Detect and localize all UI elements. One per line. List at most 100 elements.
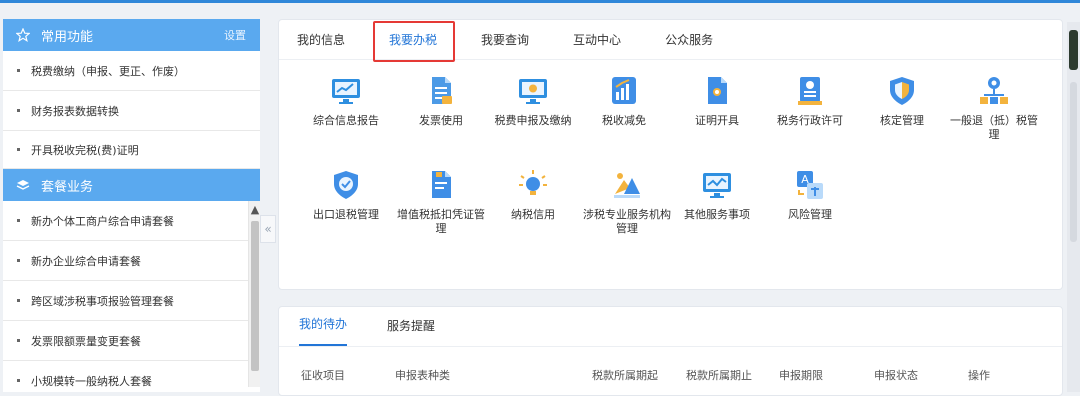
service-tax-credit[interactable]: 纳税信用 — [488, 168, 578, 222]
tab-interaction-center[interactable]: 互动中心 — [571, 27, 623, 52]
monitor-line-icon — [703, 173, 731, 198]
services-grid: 综合信息报告 发票使用 税费申报及缴纳 税收减免 证明开具 税务行政许可 核定管… — [279, 60, 1062, 290]
page-scroll-handle[interactable] — [1069, 30, 1078, 70]
service-label: 税务行政许可 — [777, 114, 843, 127]
collapse-sidebar-button[interactable]: « — [260, 215, 276, 243]
tab-service-reminder[interactable]: 服务提醒 — [387, 317, 435, 346]
voucher-document-icon — [432, 171, 451, 198]
location-network-icon — [980, 77, 1008, 104]
column-header: 申报状态 — [874, 369, 918, 382]
invoice-document-icon — [432, 77, 452, 104]
service-label: 涉税专业服务机构管理 — [583, 208, 671, 235]
common-functions-title: 常用功能 — [41, 29, 94, 45]
shield-check-icon — [334, 171, 358, 199]
tax-reduction-chart-icon — [612, 77, 636, 104]
bullet-icon — [17, 299, 20, 302]
shield-icon — [890, 77, 914, 105]
service-invoice-use[interactable]: 发票使用 — [396, 74, 486, 128]
page-scroll-track — [1070, 82, 1077, 242]
common-functions-header: 常用功能 设置 — [3, 19, 260, 51]
service-certificate-issue[interactable]: 证明开具 — [672, 74, 762, 128]
todo-tabs: 我的待办 服务提醒 — [279, 307, 1062, 347]
service-label: 出口退税管理 — [313, 208, 379, 221]
bullet-icon — [17, 379, 20, 382]
page-scrollbar[interactable] — [1067, 22, 1080, 392]
sidebar-item-report-conversion[interactable]: 财务报表数据转换 — [3, 91, 260, 131]
bullet-icon — [17, 339, 20, 342]
column-header: 税款所属期止 — [686, 369, 752, 382]
sidebar-item-new-enterprise[interactable]: 新办企业综合申请套餐 — [3, 241, 260, 281]
column-header: 申报表种类 — [395, 369, 450, 382]
service-label: 税收减免 — [602, 114, 646, 127]
professional-service-icon — [614, 173, 640, 198]
service-professional-institution[interactable]: 涉税专业服务机构管理 — [579, 168, 675, 236]
service-label: 一般退（抵）税管理 — [950, 114, 1038, 141]
sidebar: 常用功能 设置 税费缴纳（申报、更正、作废） 财务报表数据转换 开具税收完税(费… — [3, 19, 260, 392]
sidebar-item-label: 跨区域涉税事项报验管理套餐 — [31, 294, 174, 308]
column-header: 操作 — [968, 369, 990, 382]
sidebar-item-tax-certificate[interactable]: 开具税收完税(费)证明 — [3, 131, 260, 169]
sidebar-item-label: 开具税收完税(费)证明 — [31, 143, 139, 157]
bullet-icon — [17, 69, 20, 72]
column-header: 申报期限 — [779, 369, 823, 382]
monitor-icon — [519, 79, 547, 104]
service-declaration-payment[interactable]: 税费申报及缴纳 — [488, 74, 578, 128]
todo-table-header: 征收项目 申报表种类 税款所属期起 税款所属期止 申报期限 申报状态 操作 — [279, 347, 1062, 393]
service-comprehensive-report[interactable]: 综合信息报告 — [301, 74, 391, 128]
service-risk-management[interactable]: A 风险管理 — [765, 168, 855, 222]
service-label: 核定管理 — [880, 114, 924, 127]
service-label: 风险管理 — [788, 208, 832, 221]
sidebar-item-small-scale[interactable]: 小规模转一般纳税人套餐 — [3, 361, 260, 387]
service-tax-reduction[interactable]: 税收减免 — [579, 74, 669, 128]
service-other-matters[interactable]: 其他服务事项 — [672, 168, 762, 222]
service-administrative-license[interactable]: 税务行政许可 — [765, 74, 855, 128]
service-label: 综合信息报告 — [313, 114, 379, 127]
service-label: 发票使用 — [419, 114, 463, 127]
column-header: 征收项目 — [301, 369, 345, 382]
column-header: 税款所属期起 — [592, 369, 658, 382]
layers-icon — [15, 177, 31, 193]
sidebar-item-cross-region[interactable]: 跨区域涉税事项报验管理套餐 — [3, 281, 260, 321]
tab-my-info[interactable]: 我的信息 — [295, 27, 347, 52]
main-tabs: 我的信息 我要办税 我要查询 互动中心 公众服务 — [279, 20, 1062, 62]
certificate-document-icon — [708, 77, 727, 104]
administrative-license-icon — [798, 77, 822, 105]
tab-tax-handling[interactable]: 我要办税 — [373, 21, 456, 62]
sidebar-item-label: 财务报表数据转换 — [31, 104, 119, 118]
scroll-up-icon[interactable]: ▲ — [249, 201, 260, 217]
sidebar-item-tax-payment[interactable]: 税费缴纳（申报、更正、作废） — [3, 51, 260, 91]
service-label: 纳税信用 — [511, 208, 555, 221]
service-label: 增值税抵扣凭证管理 — [397, 208, 485, 235]
monitor-chart-icon — [332, 79, 360, 104]
tab-query[interactable]: 我要查询 — [479, 27, 531, 52]
top-accent-bar — [0, 0, 1080, 3]
service-vat-voucher[interactable]: 增值税抵扣凭证管理 — [396, 168, 486, 236]
service-verification-management[interactable]: 核定管理 — [857, 74, 947, 128]
service-export-refund[interactable]: 出口退税管理 — [301, 168, 391, 222]
package-scrollbar[interactable]: ▲ — [248, 201, 260, 387]
double-chevron-left-icon: « — [264, 222, 272, 236]
bullet-icon — [17, 109, 20, 112]
package-services-header: 套餐业务 — [3, 169, 260, 201]
bullet-icon — [17, 219, 20, 222]
tab-my-todo[interactable]: 我的待办 — [299, 315, 348, 346]
sidebar-item-label: 新办个体工商户综合申请套餐 — [31, 214, 174, 228]
service-refund-management[interactable]: 一般退（抵）税管理 — [945, 74, 1043, 142]
services-panel: 我的信息 我要办税 我要查询 互动中心 公众服务 综合信息报告 发票使用 税费申… — [278, 19, 1063, 290]
service-label: 税费申报及缴纳 — [494, 114, 572, 127]
settings-link[interactable]: 设置 — [224, 27, 246, 43]
bullet-icon — [17, 259, 20, 262]
sidebar-item-invoice-limit[interactable]: 发票限额票量变更套餐 — [3, 321, 260, 361]
translate-risk-icon: A — [797, 171, 823, 199]
credit-lightbulb-icon — [519, 170, 547, 195]
star-icon — [15, 27, 31, 43]
sidebar-item-label: 税费缴纳（申报、更正、作废） — [31, 64, 185, 78]
todo-panel: 我的待办 服务提醒 征收项目 申报表种类 税款所属期起 税款所属期止 申报期限 … — [278, 306, 1063, 396]
sidebar-item-label: 发票限额票量变更套餐 — [31, 334, 141, 348]
tab-public-service[interactable]: 公众服务 — [663, 27, 715, 52]
scrollbar-thumb[interactable] — [251, 221, 259, 371]
service-label: 证明开具 — [695, 114, 739, 127]
service-label: 其他服务事项 — [684, 208, 750, 221]
sidebar-item-individual-business[interactable]: 新办个体工商户综合申请套餐 — [3, 201, 260, 241]
bullet-icon — [17, 148, 20, 151]
